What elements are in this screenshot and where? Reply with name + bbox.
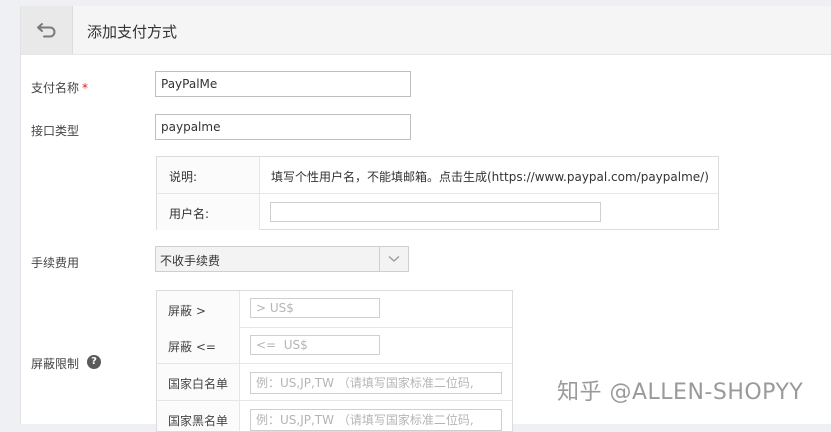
block-lte-label: 屏蔽 <=: [168, 340, 216, 354]
undo-arrow-icon: [36, 23, 55, 38]
block-lte-input[interactable]: [250, 335, 380, 355]
watermark-text: 知乎 @ALLEN-SHOPYY: [557, 380, 804, 405]
whitelist-label-cell: 国家白名单: [157, 364, 240, 400]
back-button[interactable]: [21, 6, 73, 54]
block-lte-label-cell: 屏蔽 <=: [157, 327, 240, 363]
header-bar: 添加支付方式: [21, 6, 831, 55]
blacklist-label: 国家黑名单: [168, 414, 229, 428]
block-row-blacklist: 国家黑名单: [157, 401, 512, 431]
chevron-down-icon: [388, 256, 400, 262]
fee-select-toggle[interactable]: [379, 247, 408, 271]
question-circle-icon[interactable]: ?: [87, 355, 101, 369]
block-row-lte: 屏蔽 <=: [157, 327, 512, 364]
config-box: 说明: 填写个性用户名，不能填邮箱。点击生成(https://www.paypa…: [156, 156, 719, 230]
payment-name-input[interactable]: [155, 71, 411, 97]
description-label-cell: 说明:: [157, 157, 260, 193]
form-panel: 添加支付方式 支付名称* 接口类型 说明: 填写个性用户名，不能填邮箱。点击生成…: [20, 6, 831, 432]
username-input[interactable]: [270, 202, 601, 222]
interface-type-input[interactable]: [155, 114, 411, 140]
fee-select-value: 不收手续费: [160, 254, 221, 268]
payment-name-label-text: 支付名称: [31, 81, 80, 95]
whitelist-input[interactable]: [250, 372, 502, 394]
block-limit-box: 屏蔽 > 屏蔽 <= 国家白名单 国家黑名单: [156, 290, 513, 432]
block-row-gt: 屏蔽 >: [157, 291, 512, 328]
block-gt-input[interactable]: [250, 298, 380, 318]
fee-label: 手续费用: [31, 256, 80, 270]
username-label-cell: 用户名:: [157, 194, 260, 230]
fee-select[interactable]: 不收手续费: [155, 246, 409, 272]
block-limit-label: 屏蔽限制: [31, 357, 80, 371]
blacklist-input[interactable]: [250, 409, 502, 431]
config-row-description: 说明: 填写个性用户名，不能填邮箱。点击生成(https://www.paypa…: [157, 157, 718, 193]
description-text: 填写个性用户名，不能填邮箱。点击生成(https://www.paypal.co…: [271, 170, 709, 184]
block-gt-label-cell: 屏蔽 >: [157, 291, 240, 327]
username-label: 用户名:: [169, 207, 210, 221]
description-label: 说明:: [169, 170, 198, 184]
whitelist-label: 国家白名单: [168, 377, 229, 391]
block-row-whitelist: 国家白名单: [157, 364, 512, 401]
required-mark: *: [82, 81, 89, 95]
payment-name-label: 支付名称 *: [31, 79, 88, 96]
blacklist-label-cell: 国家黑名单: [157, 401, 240, 431]
interface-type-label: 接口类型: [31, 124, 80, 138]
page-title: 添加支付方式: [87, 23, 178, 41]
block-gt-label: 屏蔽 >: [168, 304, 206, 318]
config-row-username: 用户名:: [157, 193, 718, 230]
